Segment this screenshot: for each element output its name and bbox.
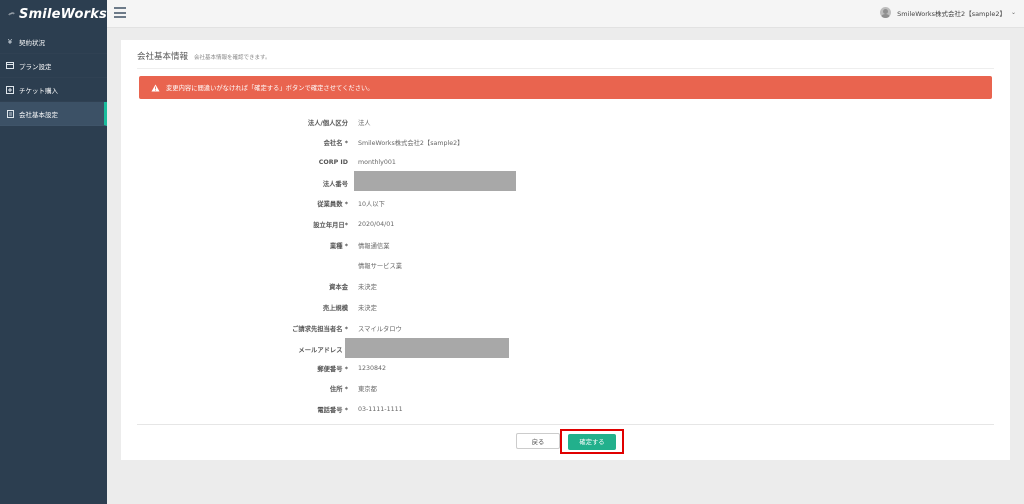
yen-icon: ¥ (7, 37, 13, 46)
info-row-industry-sub: 情報サービス業 (121, 258, 1010, 272)
field-value: 情報通信業 (358, 242, 390, 250)
info-row-founded: 設立年月日* 2020/04/01 (121, 217, 1010, 231)
document-icon (6, 109, 14, 118)
info-row-corp-id: CORP ID monthly001 (121, 155, 1010, 169)
field-value: 東京都 (358, 385, 377, 393)
field-value: 2020/04/01 (358, 220, 395, 228)
avatar (880, 7, 892, 18)
field-value: 未決定 (358, 304, 377, 312)
page-title: 会社基本情報 (137, 52, 189, 62)
confirm-alert: 変更内容に間違いがなければ「確定する」ボタンで確定させてください。 (139, 76, 992, 99)
sidebar-item-ticket[interactable]: チケット購入 (0, 78, 107, 102)
user-name: SmileWorks株式会社2【sample2】 (897, 9, 1006, 18)
page-header: 会社基本情報 会社基本情報を確認できます。 (137, 50, 270, 62)
sidebar-item-label: 会社基本設定 (19, 110, 58, 119)
sidebar-item-contract[interactable]: ¥ 契約状況 (0, 30, 107, 54)
user-menu[interactable]: SmileWorks株式会社2【sample2】 ⌄ (880, 7, 1016, 18)
menu-icon[interactable] (114, 7, 126, 18)
field-value: 情報サービス業 (358, 262, 403, 270)
top-header: SmileWorks株式会社2【sample2】 ⌄ (107, 0, 1024, 28)
sidebar-item-label: 契約状況 (19, 38, 45, 47)
field-label: 業種 * (329, 242, 348, 250)
redacted-block (345, 338, 509, 358)
info-row-capital: 資本金 未決定 (121, 279, 1010, 293)
field-label: 会社名 * (323, 139, 348, 147)
info-row-postal-code: 郵便番号 * 1230842 (121, 361, 1010, 375)
info-row-billing-contact: ご請求先担当者名 * スマイルタロウ (121, 321, 1010, 335)
swoosh-icon (8, 12, 15, 16)
field-label: CORP ID (318, 158, 348, 166)
brand-name: SmileWorks (19, 6, 107, 22)
info-row-email: メールアドレス * (121, 338, 1010, 358)
info-row-employees: 従業員数 * 10人以下 (121, 196, 1010, 210)
sidebar-item-label: プラン設定 (19, 62, 52, 71)
main-panel: 会社基本情報 会社基本情報を確認できます。 変更内容に間違いがなければ「確定する… (121, 40, 1010, 460)
divider (137, 424, 994, 425)
sidebar-item-plan[interactable]: プラン設定 (0, 54, 107, 78)
alert-message: 変更内容に間違いがなければ「確定する」ボタンで確定させてください。 (166, 85, 374, 92)
field-value: 10人以下 (358, 200, 385, 208)
sidebar: SmileWorks ¥ 契約状況 プラン設定 チケット購入 会社基本設定 (0, 0, 107, 504)
info-row-industry: 業種 * 情報通信業 (121, 238, 1010, 252)
card-icon (6, 62, 14, 70)
info-row-company-name: 会社名 * SmileWorks株式会社2【sample2】 (121, 135, 1010, 149)
info-row-phone: 電話番号 * 03-1111-1111 (121, 402, 1010, 416)
field-value: スマイルタロウ (358, 325, 402, 333)
field-value: 1230842 (358, 364, 387, 372)
info-row-corporate-number: 法人番号 (121, 171, 1010, 191)
field-label: 法人/個人区分 (307, 119, 348, 127)
field-label: 電話番号 * (317, 406, 348, 414)
sidebar-item-company-settings[interactable]: 会社基本設定 (0, 102, 107, 126)
field-label: 郵便番号 * (317, 365, 348, 373)
confirm-highlight: 確定する (560, 429, 624, 454)
confirm-button[interactable]: 確定する (568, 433, 616, 450)
info-row-entity-type: 法人/個人区分 法人 (121, 115, 1010, 129)
info-row-address: 住所 * 東京都 (121, 381, 1010, 395)
chevron-down-icon: ⌄ (1010, 9, 1016, 16)
field-value: SmileWorks株式会社2【sample2】 (358, 139, 464, 147)
brand-logo[interactable]: SmileWorks (0, 0, 107, 28)
field-label: 資本金 (329, 283, 348, 291)
page-subtitle: 会社基本情報を確認できます。 (194, 55, 271, 61)
info-row-sales-scale: 売上規模 未決定 (121, 300, 1010, 314)
field-label: ご請求先担当者名 * (292, 325, 348, 333)
sidebar-nav: ¥ 契約状況 プラン設定 チケット購入 会社基本設定 (0, 30, 107, 126)
warning-icon (151, 84, 160, 91)
field-value: monthly001 (358, 158, 396, 166)
field-label: 売上規模 (322, 304, 348, 312)
field-label: メールアドレス * (298, 346, 348, 354)
field-label: 従業員数 * (317, 200, 348, 208)
field-value: 法人 (358, 119, 371, 127)
field-label: 住所 * (329, 385, 348, 393)
sidebar-item-label: チケット購入 (19, 86, 58, 95)
back-button[interactable]: 戻る (516, 433, 560, 449)
redacted-block (354, 171, 516, 191)
field-value: 03-1111-1111 (358, 405, 403, 413)
plus-box-icon (6, 85, 14, 94)
field-label: 設立年月日* (313, 221, 348, 229)
divider (137, 68, 994, 69)
field-label: 法人番号 (322, 180, 348, 188)
field-value: 未決定 (358, 283, 377, 291)
